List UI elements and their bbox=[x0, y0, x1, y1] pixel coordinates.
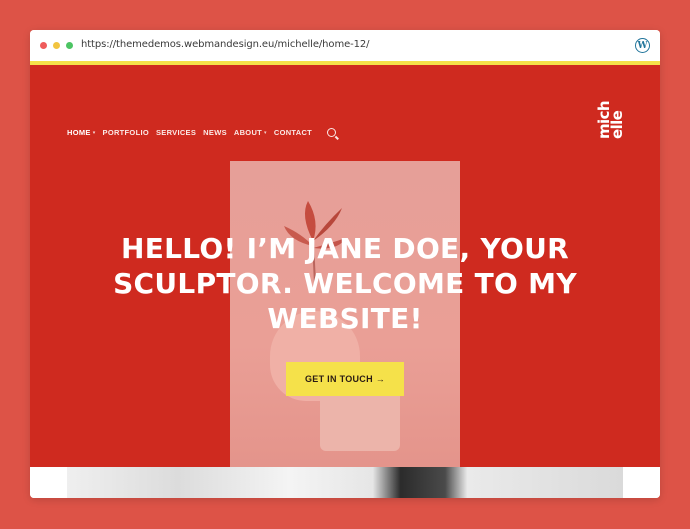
nav-item-about[interactable]: ABOUT ▾ bbox=[234, 128, 267, 137]
nav-item-news[interactable]: NEWS bbox=[203, 128, 227, 137]
hero-heading: HELLO! I’M JANE DOE, YOUR SCULPTOR. WELC… bbox=[113, 232, 577, 335]
site-logo[interactable]: mich elle bbox=[595, 85, 626, 141]
close-window-dot[interactable] bbox=[40, 42, 47, 49]
nav-item-portfolio[interactable]: PORTFOLIO bbox=[103, 128, 149, 137]
hero-section: HOME ▾ PORTFOLIO SERVICES NEWS ABOUT ▾ C… bbox=[30, 65, 660, 467]
nav-item-label: CONTACT bbox=[273, 128, 313, 137]
browser-toolbar: https://themedemos.webmandesign.eu/miche… bbox=[30, 30, 660, 61]
chevron-down-icon: ▾ bbox=[264, 129, 267, 136]
nav-item-label: ABOUT bbox=[233, 128, 263, 137]
wordpress-icon[interactable]: W bbox=[635, 38, 650, 53]
nav-item-home[interactable]: HOME ▾ bbox=[67, 128, 96, 137]
nav-item-label: NEWS bbox=[203, 128, 227, 137]
nav-item-services[interactable]: SERVICES bbox=[156, 128, 196, 137]
main-navigation: HOME ▾ PORTFOLIO SERVICES NEWS ABOUT ▾ C… bbox=[67, 128, 337, 137]
maximize-window-dot[interactable] bbox=[66, 42, 73, 49]
nav-item-label: SERVICES bbox=[155, 128, 197, 137]
minimize-window-dot[interactable] bbox=[53, 42, 60, 49]
chevron-down-icon: ▾ bbox=[92, 129, 96, 136]
nav-item-label: HOME bbox=[67, 128, 91, 137]
logo-line-2: elle bbox=[608, 110, 626, 139]
search-icon[interactable] bbox=[327, 128, 337, 137]
gallery-preview-image bbox=[67, 467, 623, 498]
address-bar[interactable]: https://themedemos.webmandesign.eu/miche… bbox=[81, 39, 370, 50]
nav-item-label: PORTFOLIO bbox=[102, 128, 149, 137]
logo-wordmark: mich elle bbox=[595, 85, 626, 139]
nav-item-contact[interactable]: CONTACT bbox=[274, 128, 312, 137]
browser-window: https://themedemos.webmandesign.eu/miche… bbox=[30, 30, 660, 498]
get-in-touch-button[interactable]: GET IN TOUCH → bbox=[286, 362, 404, 396]
